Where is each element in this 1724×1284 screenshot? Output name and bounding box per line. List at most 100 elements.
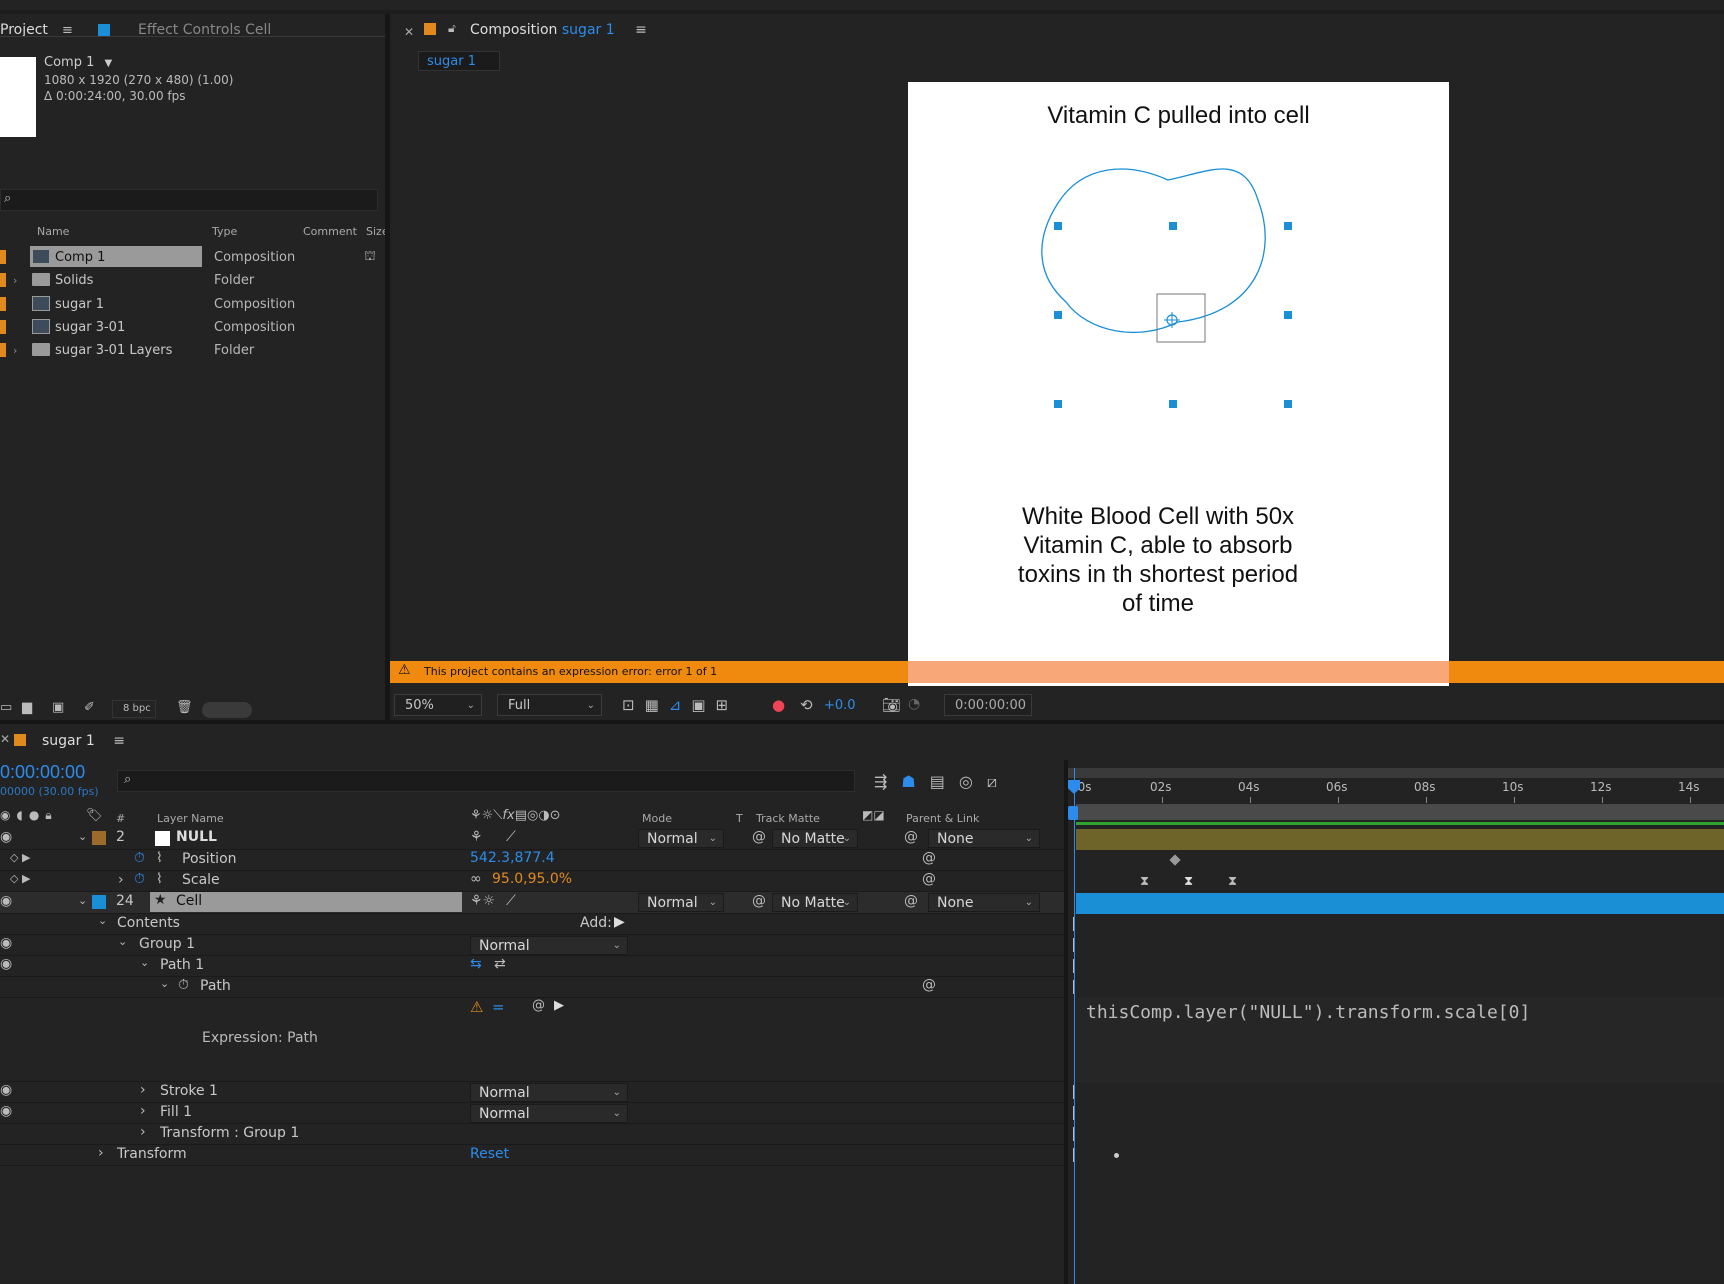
property-row-path1[interactable]: ◉ ⌄ Path 1 ⇆ ⇄ <box>0 956 1068 977</box>
track-matte-select[interactable]: No Matte ⌄ <box>772 893 858 912</box>
chevron-right-icon[interactable]: › <box>13 274 17 287</box>
grid-guides-icon[interactable]: ⊞ <box>716 696 739 714</box>
timeline-column-divider[interactable] <box>1064 760 1068 1284</box>
track-matte-select[interactable]: No Matte ⌄ <box>772 829 858 848</box>
expression-editor[interactable]: thisComp.layer("NULL").transform.scale[0… <box>1076 998 1724 1082</box>
new-folder-icon[interactable]: ▆ <box>22 700 32 715</box>
property-row-fill1[interactable]: ◉ › Fill 1 Normal ⌄ <box>0 1103 1068 1124</box>
current-time-display[interactable]: 0:00:00:00 <box>0 762 85 783</box>
exposure-value[interactable]: +0.0 <box>824 698 856 713</box>
reset-link[interactable]: Reset <box>470 1146 509 1162</box>
expression-pickwhip-icon[interactable]: @ <box>922 977 936 993</box>
bounding-handle[interactable] <box>1169 400 1177 408</box>
keyframe-dot[interactable] <box>1114 1153 1119 1158</box>
chevron-down-icon[interactable]: ⌄ <box>140 956 149 969</box>
property-row-scale[interactable]: ◇ ▶ › ⏱ ⌇ Scale ∞ 95.0,95.0% @ <box>0 871 1068 892</box>
shy-switch-icon[interactable]: ⚘☼ <box>470 893 495 909</box>
path-direction-icon[interactable]: ⇆ <box>470 956 482 972</box>
col-name[interactable]: Name <box>37 225 69 238</box>
tab-timeline[interactable]: sugar 1 ≡ <box>42 733 125 749</box>
draft-3d-icon[interactable]: ☗ <box>901 772 929 791</box>
eye-icon[interactable]: ◉ <box>0 829 12 845</box>
bounding-handle[interactable] <box>1054 400 1062 408</box>
comp-sub-tab[interactable]: sugar 1 <box>418 51 500 71</box>
layer-label-color[interactable] <box>92 831 106 845</box>
parent-pick-whip-icon[interactable]: @ <box>904 829 918 845</box>
tab-composition[interactable]: Composition sugar 1 ≡ <box>470 22 647 38</box>
blend-mode-select[interactable]: Normal ⌄ <box>470 936 628 955</box>
camera-icon[interactable]: 📷︎ <box>882 696 901 714</box>
bounding-handle[interactable] <box>1054 222 1062 230</box>
lock-icon[interactable]: 🔓︎ <box>448 21 456 36</box>
parent-select[interactable]: None ⌄ <box>928 893 1040 912</box>
chevron-down-icon[interactable]: ▼ <box>105 58 113 69</box>
enable-expression-icon[interactable]: = <box>492 998 505 1016</box>
playhead-line[interactable] <box>1074 768 1075 1284</box>
position-value[interactable]: 542.3,877.4 <box>470 850 555 866</box>
chevron-down-icon[interactable]: ⌄ <box>118 935 127 948</box>
quality-switch-icon[interactable]: ⟋ <box>506 893 516 909</box>
work-area-bar[interactable] <box>1068 768 1724 778</box>
frame-blending-icon[interactable]: ▤ <box>930 772 959 791</box>
blend-mode-select[interactable]: Normal ⌄ <box>470 1104 628 1123</box>
composition-mini-flowchart-icon[interactable]: ⇶ <box>874 772 901 791</box>
chevron-right-icon[interactable]: › <box>98 1145 104 1161</box>
panel-menu-icon[interactable]: ≡ <box>635 22 647 38</box>
new-composition-icon[interactable]: ▣ <box>52 700 64 715</box>
keyframe-marker[interactable]: ⧗ <box>1184 874 1193 889</box>
mode-select[interactable]: Normal ⌄ <box>638 893 724 912</box>
video-icon[interactable]: ◉ <box>0 808 16 822</box>
region-of-interest-icon[interactable]: ▣ <box>691 696 715 714</box>
show-snapshot-icon[interactable]: ◔ <box>908 696 920 712</box>
close-icon[interactable]: ✕ <box>0 732 10 746</box>
keyframe-marker[interactable]: ⧗ <box>1140 874 1149 889</box>
parent-select[interactable]: None ⌄ <box>928 829 1040 848</box>
cell-shape[interactable] <box>908 82 1449 686</box>
add-menu-icon[interactable]: ▶ <box>614 914 625 930</box>
keyframe-nav-icon[interactable]: ◇ ▶ <box>10 851 30 864</box>
layer-row-cell[interactable]: ◉ ⌄ 24 ★ Cell ⚘☼ ⟋ Normal ⌄ @ No Matte ⌄ @… <box>0 892 1068 913</box>
solo-icon[interactable]: ● <box>29 808 45 822</box>
resolution-select[interactable]: Full ⌄ <box>497 694 602 716</box>
bounding-handle[interactable] <box>1054 311 1062 319</box>
path-direction-reverse-icon[interactable]: ⇄ <box>494 956 506 972</box>
blend-mode-select[interactable]: Normal ⌄ <box>470 1083 628 1102</box>
panel-divider[interactable] <box>0 720 1724 724</box>
property-row-stroke1[interactable]: ◉ › Stroke 1 Normal ⌄ <box>0 1082 1068 1103</box>
reset-exposure-icon[interactable]: ⟲ <box>800 696 813 714</box>
expression-pickwhip-icon[interactable]: @ <box>922 871 936 887</box>
quality-switch-icon[interactable]: ⟋ <box>506 829 516 845</box>
stopwatch-icon[interactable]: ⏱ <box>134 871 145 887</box>
keyframe-nav-icon[interactable]: ◇ ▶ <box>10 872 30 885</box>
expression-code[interactable]: thisComp.layer("NULL").transform.scale[0… <box>1086 1002 1530 1023</box>
time-navigator-start[interactable] <box>1068 806 1078 820</box>
eye-icon[interactable]: ◉ <box>0 893 12 909</box>
timeline-search-input[interactable]: ⌕ <box>117 770 855 792</box>
layer-row-null[interactable]: ◉ ⌄ 2 NULL ⚘ ⟋ Normal ⌄ @ No Matte ⌄ @ Non… <box>0 828 1068 849</box>
expression-language-menu-icon[interactable]: ▶ <box>554 998 564 1013</box>
mode-select[interactable]: Normal ⌄ <box>638 829 724 848</box>
interpret-footage-icon[interactable]: ▭ <box>0 700 12 715</box>
property-row-contents[interactable]: ⌄ Contents Add: ▶ <box>0 914 1068 935</box>
color-channels-icon[interactable]: ● <box>772 696 785 714</box>
mask-path-icon[interactable]: ⊿ <box>669 696 692 714</box>
bounding-handle[interactable] <box>1169 222 1177 230</box>
cell-path[interactable] <box>1041 168 1266 334</box>
panel-menu-icon[interactable]: ≡ <box>113 733 125 749</box>
chevron-down-icon[interactable]: ⌄ <box>98 914 107 927</box>
pick-whip-icon[interactable]: @ <box>752 893 766 909</box>
flowchart-icon[interactable]: ⛫ <box>364 249 376 266</box>
property-row-group1[interactable]: ◉ ⌄ Group 1 Normal ⌄ <box>0 935 1068 956</box>
label-tag-icon[interactable]: 🏷︎ <box>86 808 103 823</box>
layer-name[interactable]: NULL <box>176 829 217 845</box>
keyframe-marker[interactable]: ⧗ <box>1228 874 1237 889</box>
close-icon[interactable]: ✕ <box>404 25 414 39</box>
chevron-right-icon[interactable]: › <box>140 1124 146 1140</box>
chevron-right-icon[interactable]: › <box>140 1082 146 1098</box>
audio-icon[interactable]: ◖ <box>16 808 28 822</box>
col-comment[interactable]: Comment <box>303 225 357 238</box>
chevron-down-icon[interactable]: ⌄ <box>160 977 169 990</box>
stopwatch-icon[interactable]: ⏱ <box>134 850 145 866</box>
project-item[interactable]: › Solids Folder <box>0 269 385 291</box>
graph-icon[interactable]: ⌇ <box>156 871 163 887</box>
